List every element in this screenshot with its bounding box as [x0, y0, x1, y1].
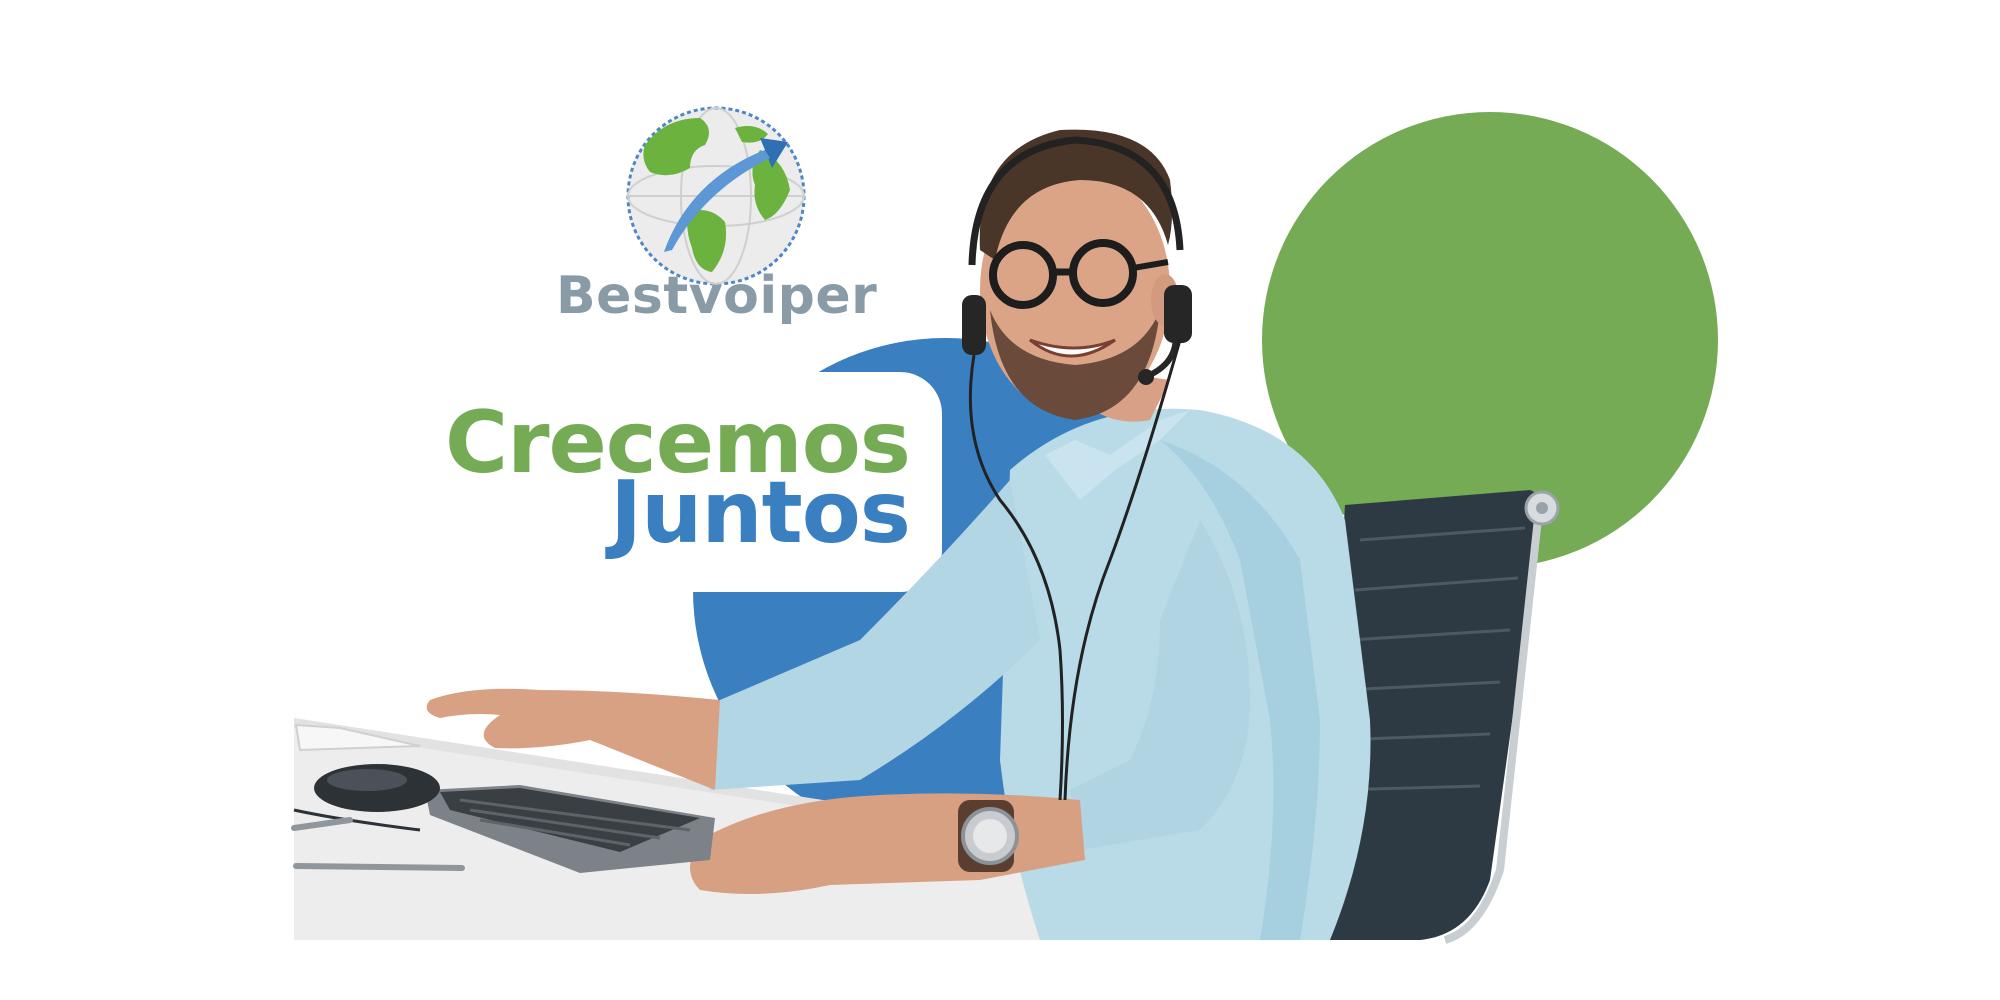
headline: Crecemos Juntos [420, 400, 911, 556]
hero-banner: Bestvoiper Crecemos Juntos [0, 0, 2000, 1000]
banner-artwork [291, 112, 1718, 944]
brand-name: Bestvoiper [556, 266, 878, 326]
